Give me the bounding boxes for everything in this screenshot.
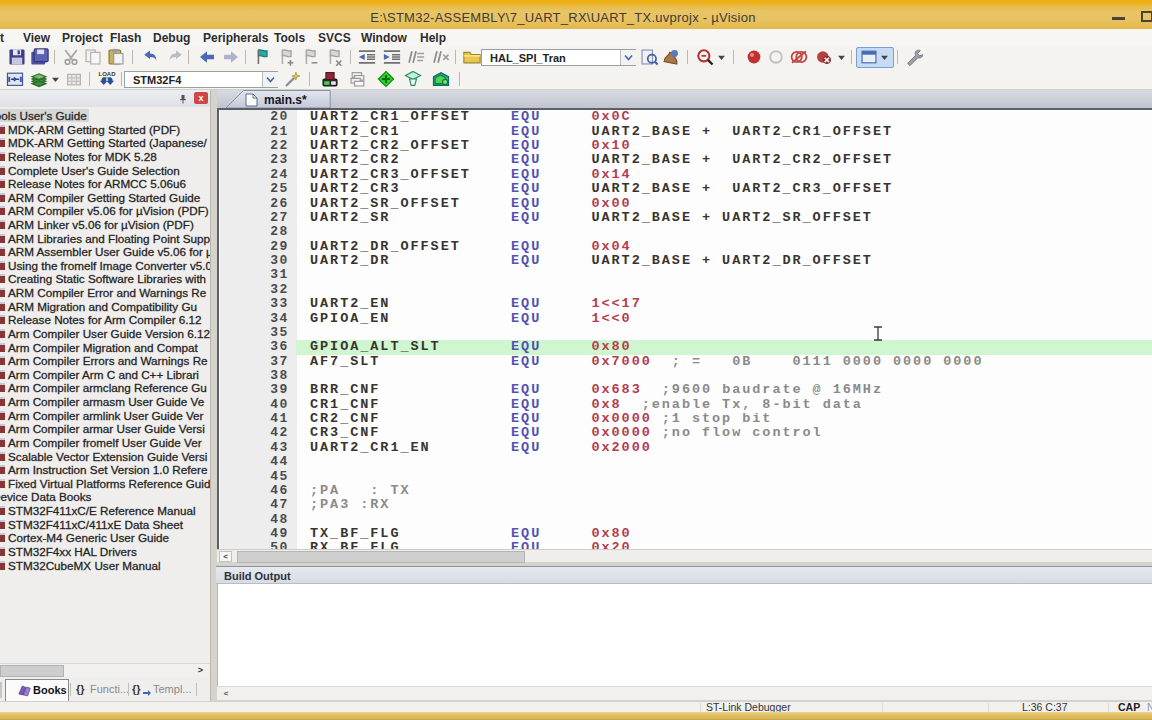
svg-text:LOAD: LOAD xyxy=(99,71,117,77)
